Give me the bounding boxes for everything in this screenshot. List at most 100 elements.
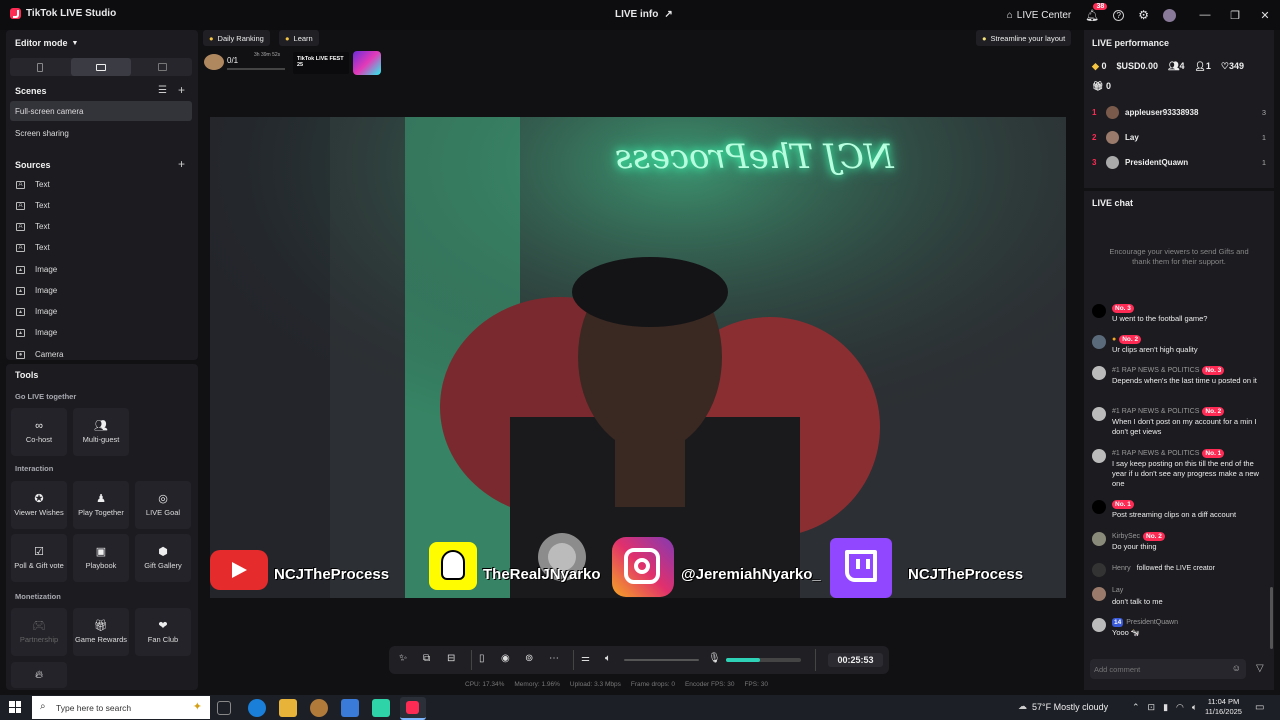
live-center-button[interactable]: ⌂ LIVE Center xyxy=(1007,10,1072,21)
source-item[interactable]: ▴ Image xyxy=(16,265,57,274)
source-item[interactable]: ▴ Image xyxy=(16,328,57,337)
partnership-button[interactable]: 🎮︎ Partnership xyxy=(11,608,67,656)
text-icon: A xyxy=(16,201,25,210)
live-fest-banner[interactable]: TikTok LIVE FEST 25 xyxy=(293,52,349,74)
dual-mode-button[interactable] xyxy=(132,58,192,76)
chat-message[interactable]: ● No. 2 Ur clips aren't high quality xyxy=(1092,335,1268,363)
ranking-row[interactable]: 2 Lay 1 xyxy=(1092,129,1266,145)
profile-button[interactable] xyxy=(1163,8,1176,22)
source-item[interactable]: A Text xyxy=(16,180,50,189)
ranking-row[interactable]: 3 PresidentQuawn 1 xyxy=(1092,154,1266,170)
learn-button[interactable]: ● Learn xyxy=(279,30,319,46)
streamline-layout-button[interactable]: ● Streamline your layout xyxy=(976,30,1072,46)
portrait-mode-button[interactable] xyxy=(10,58,70,76)
maximize-button[interactable]: ❐ xyxy=(1220,9,1250,22)
volume-icon[interactable]: 🔈︎ xyxy=(1192,702,1197,713)
capcut-icon[interactable] xyxy=(372,699,390,717)
microphone-icon[interactable]: ▮ xyxy=(1163,702,1168,713)
taskbar-search[interactable]: ⌕ Type here to search ✦ xyxy=(32,696,210,719)
chat-scrollbar[interactable] xyxy=(1270,587,1273,649)
file-explorer-icon[interactable] xyxy=(279,699,297,717)
avatar xyxy=(1092,449,1106,463)
source-item[interactable]: A Text xyxy=(16,222,50,231)
settings-button[interactable]: ⚙ xyxy=(1138,8,1149,22)
comment-input[interactable] xyxy=(1090,659,1220,680)
chat-message[interactable]: KirbySec No. 2 Do your thing xyxy=(1092,532,1268,560)
chat-message[interactable]: 14 PresidentQuawn Yooo 🐄 xyxy=(1092,618,1268,646)
network-icon[interactable]: ⊡ xyxy=(1148,702,1156,713)
sliders-icon[interactable]: ⚌ xyxy=(581,653,590,664)
close-button[interactable]: ✕ xyxy=(1250,9,1280,22)
list-icon[interactable]: ☰ xyxy=(158,85,167,96)
notifications-button[interactable]: 🔔︎ 38 xyxy=(1085,2,1108,22)
wifi-icon[interactable]: ◠ xyxy=(1176,702,1184,713)
live-goal-button[interactable]: ◎ LIVE Goal xyxy=(135,481,191,529)
poll-button[interactable]: ☑ Poll & Gift vote xyxy=(11,534,67,582)
phone-icon[interactable]: ▯ xyxy=(479,653,485,664)
daily-ranking-button[interactable]: ● Daily Ranking xyxy=(203,30,270,46)
help-button[interactable]: ? xyxy=(1113,9,1125,21)
minimize-button[interactable]: — xyxy=(1190,9,1220,21)
scene-item-full-screen-camera[interactable]: Full-screen camera xyxy=(10,101,192,121)
magic-wand-icon[interactable]: ✨︎ xyxy=(399,653,407,664)
windows-start-icon[interactable] xyxy=(9,701,21,713)
chevron-up-icon[interactable]: ⌃ xyxy=(1132,702,1140,713)
source-item[interactable]: ▴ Image xyxy=(16,286,57,295)
add-scene-button[interactable]: + xyxy=(178,83,185,97)
more-tool-button[interactable]: 🔥︎ xyxy=(11,662,67,688)
more-icon[interactable]: ⋯ xyxy=(549,653,559,664)
viewer-wishes-button[interactable]: ✪ Viewer Wishes xyxy=(11,481,67,529)
editor-mode-dropdown[interactable]: Editor mode ▼ xyxy=(15,38,78,48)
notification-center-icon[interactable]: ▭ xyxy=(1255,702,1264,713)
search-placeholder: Type here to search xyxy=(56,702,132,713)
source-item[interactable]: ● Camera xyxy=(16,350,63,359)
chat-text: Post streaming clips on a diff account xyxy=(1112,510,1237,519)
scene-item-screen-sharing[interactable]: Screen sharing xyxy=(10,123,192,143)
clock[interactable]: 11:04 PM 11/16/2025 xyxy=(1205,697,1242,717)
target-icon: ◎ xyxy=(158,492,168,505)
landscape-mode-button[interactable] xyxy=(71,58,131,76)
fan-club-button[interactable]: ❤︎ Fan Club xyxy=(135,608,191,656)
gift-gallery-button[interactable]: ⬢ Gift Gallery xyxy=(135,534,191,582)
chat-message[interactable]: No. 3 U went to the football game? xyxy=(1092,304,1268,332)
game-rewards-button[interactable]: 🎁︎ Game Rewards xyxy=(73,608,129,656)
replay-icon[interactable]: ⊚ xyxy=(525,653,533,664)
chat-message[interactable]: #1 RAP NEWS & POLITICS No. 2 When I don't… xyxy=(1092,407,1268,445)
cohost-button[interactable]: ∞ Co-host xyxy=(11,408,67,456)
add-source-button[interactable]: + xyxy=(178,157,185,171)
playbook-button[interactable]: ▣ Playbook xyxy=(73,534,129,582)
app-icon[interactable] xyxy=(310,699,328,717)
chat-message[interactable]: Lay don't talk to me xyxy=(1092,587,1268,615)
landscape-icon xyxy=(96,63,106,71)
chat-message[interactable]: #1 RAP NEWS & POLITICS No. 3 Depends when… xyxy=(1092,366,1268,404)
task-view-icon[interactable] xyxy=(217,701,231,715)
mic-level-meter[interactable] xyxy=(726,658,801,662)
filter-icon[interactable]: ▽ xyxy=(1256,663,1264,674)
record-icon[interactable]: ◉ xyxy=(501,653,510,664)
store-icon[interactable] xyxy=(341,699,359,717)
daily-ranking-label: Daily Ranking xyxy=(217,33,264,43)
source-label: Image xyxy=(35,328,58,337)
volume-slider[interactable] xyxy=(624,659,699,661)
edge-icon[interactable] xyxy=(248,699,266,717)
source-item[interactable]: A Text xyxy=(16,201,50,210)
source-item[interactable]: A Text xyxy=(16,243,50,252)
ranking-widget[interactable]: 0/1 3h 39m 52s xyxy=(204,52,288,74)
emoji-icon[interactable]: ☺ xyxy=(1232,663,1241,673)
speaker-icon[interactable]: 🔈︎ xyxy=(605,653,611,664)
stream-preview[interactable]: NCJ TheProcess NCJTheProcess TheRealJNya… xyxy=(210,117,1066,598)
chat-message[interactable]: #1 RAP NEWS & POLITICS No. 1 I say keep p… xyxy=(1092,449,1268,497)
screen-icon[interactable]: ⊟ xyxy=(447,653,455,664)
layers-icon[interactable]: ⧉ xyxy=(423,653,430,664)
chat-message[interactable]: No. 1 Post streaming clips on a diff acc… xyxy=(1092,500,1268,528)
live-info-button[interactable]: LIVE info ↗ xyxy=(615,9,673,20)
multiguest-button[interactable]: 👥︎ Multi-guest xyxy=(73,408,129,456)
source-item[interactable]: ▴ Image xyxy=(16,307,57,316)
ranking-row[interactable]: 1 appleuser93338938 3 xyxy=(1092,104,1266,120)
weather-widget[interactable]: ☁ 57°F Mostly cloudy xyxy=(1018,701,1108,712)
tiktok-live-studio-taskbar-icon[interactable] xyxy=(400,697,426,720)
microphone-icon[interactable]: 🎙︎ xyxy=(708,653,721,664)
avatar xyxy=(1106,155,1119,169)
play-together-button[interactable]: ♟ Play Together xyxy=(73,481,129,529)
chat-message[interactable]: Henry followed the LIVE creator xyxy=(1092,563,1268,579)
